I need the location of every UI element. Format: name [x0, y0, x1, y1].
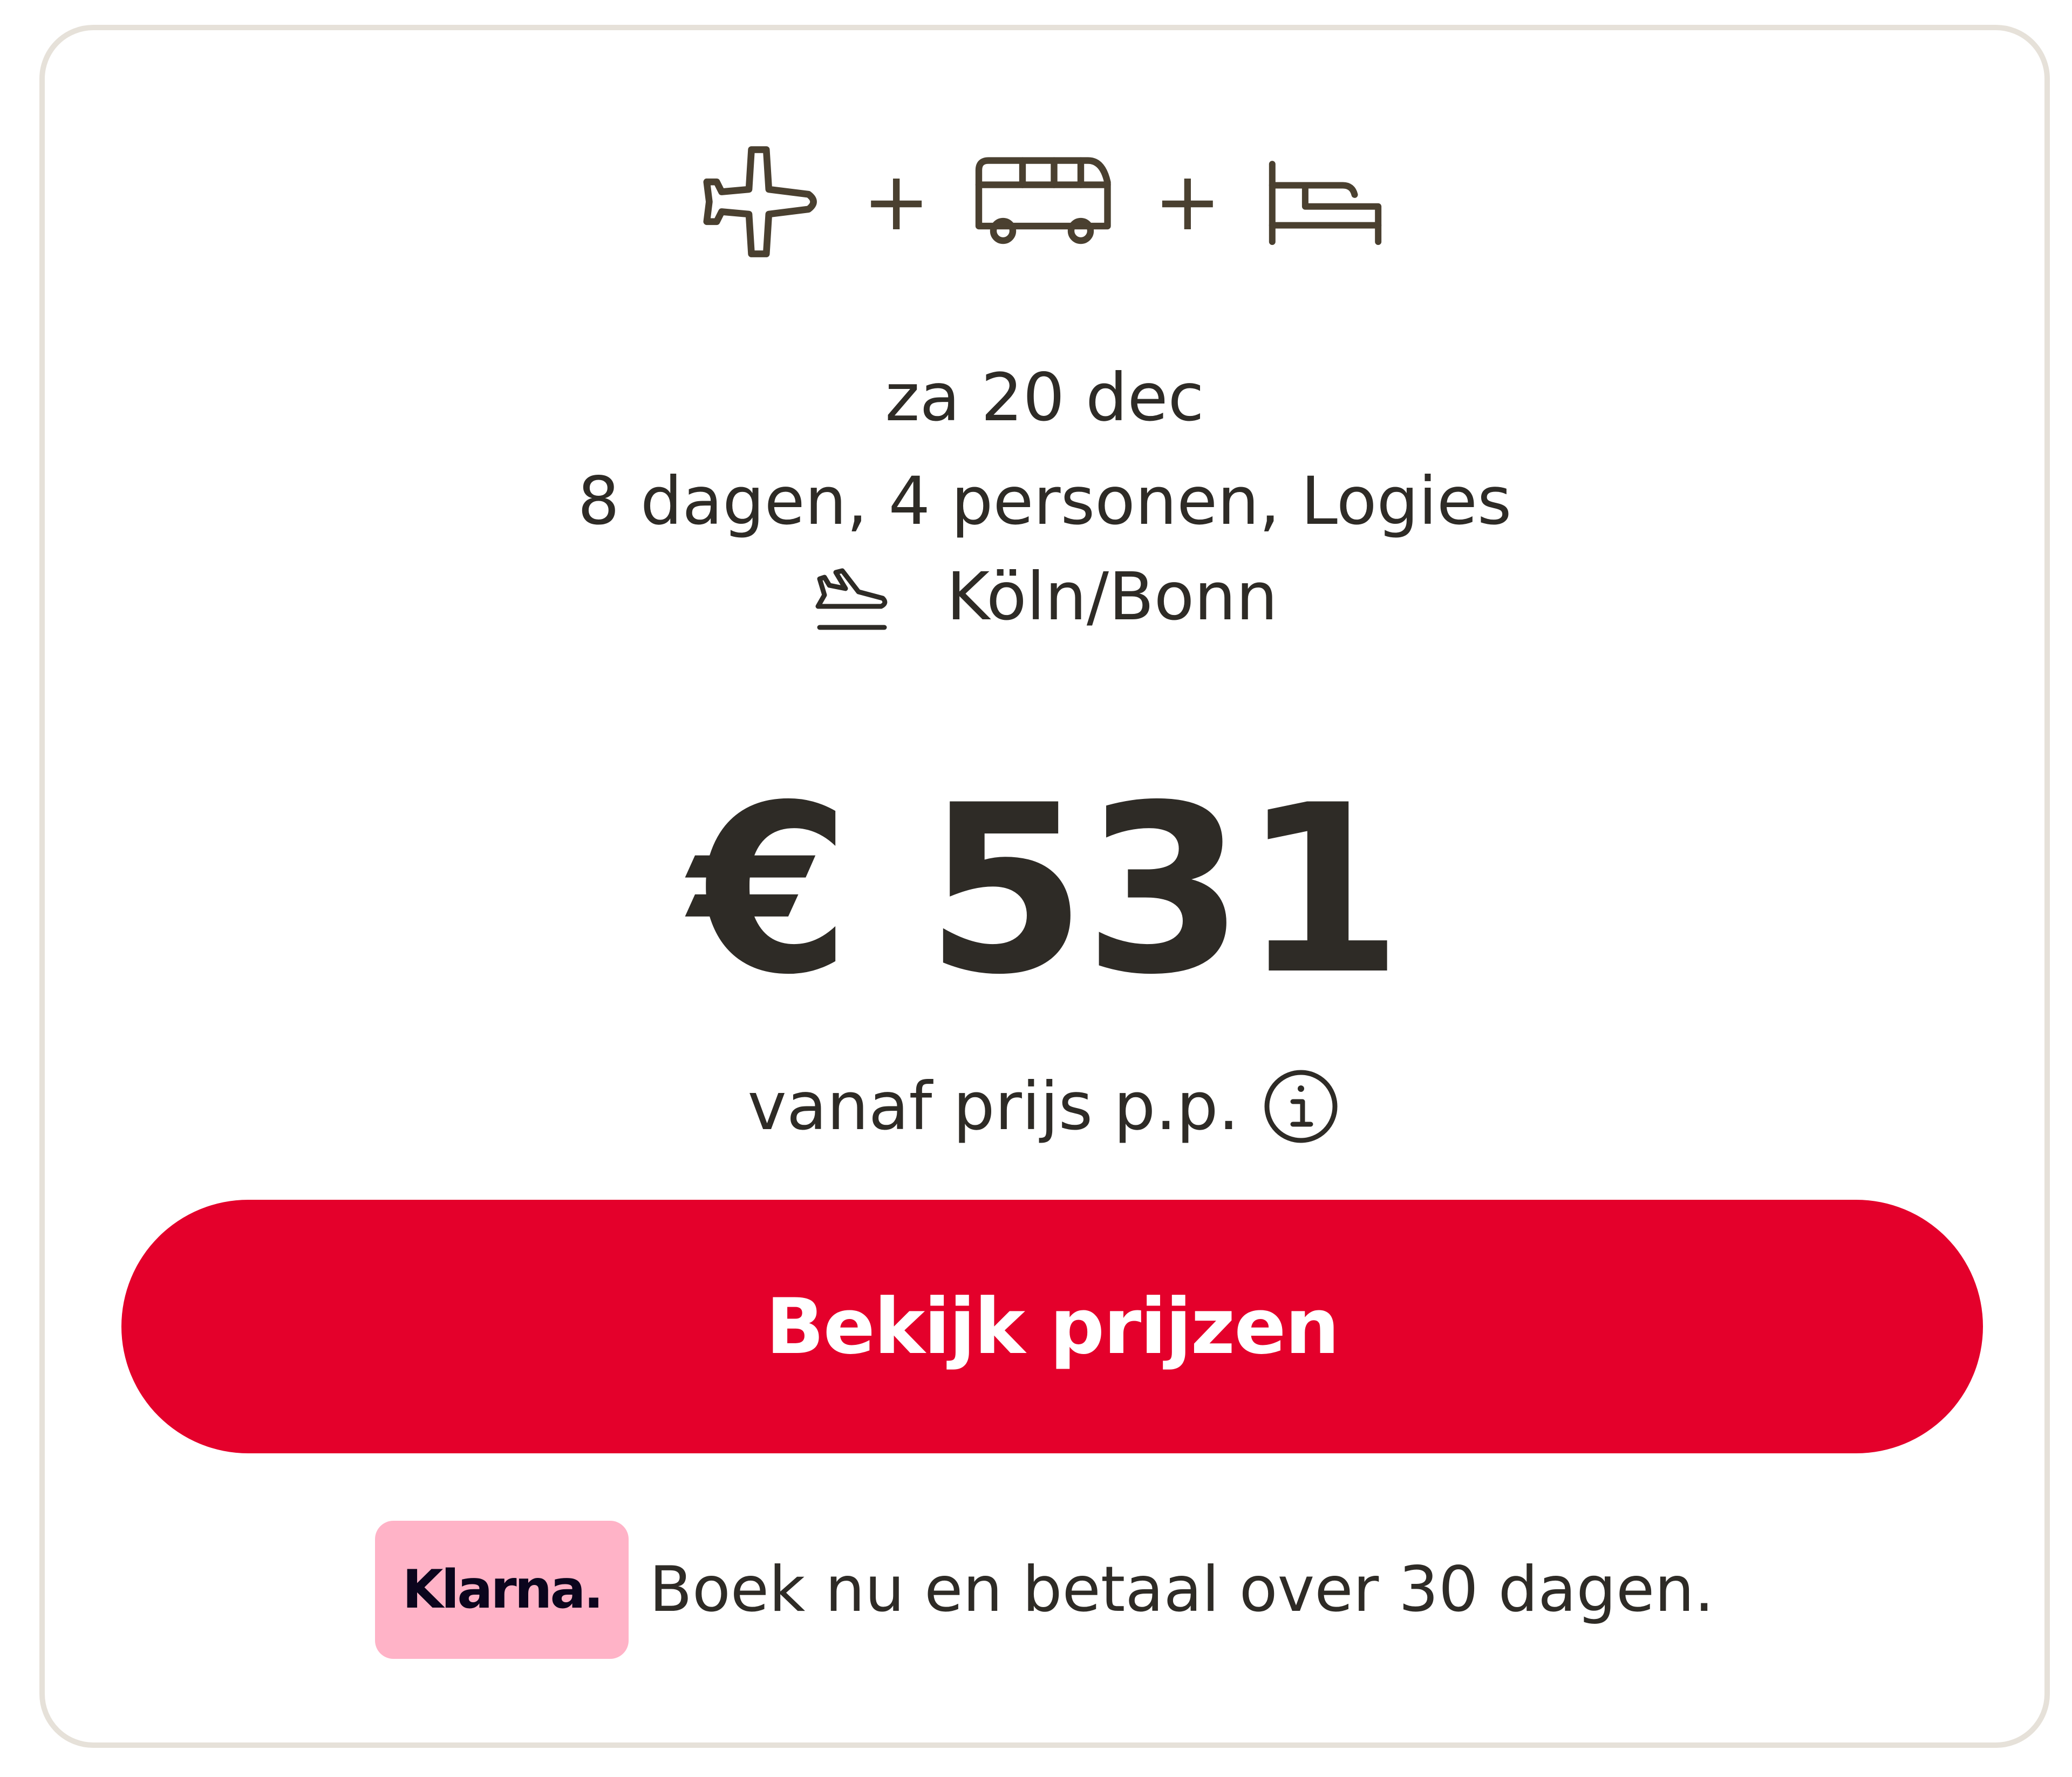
view-prices-button[interactable]: Bekijk prijzen [121, 1200, 1983, 1453]
klarna-logo: Klarna. [375, 1521, 629, 1659]
airplane-icon [703, 146, 817, 257]
plus-separator: + [862, 155, 930, 249]
price-amount: € 531 [689, 756, 1403, 1026]
flight-departure-icon [815, 568, 888, 630]
price-note: vanaf prijs p.p. [45, 1066, 2044, 1147]
info-icon[interactable] [1260, 1066, 1341, 1147]
departure-airport: Köln/Bonn [45, 556, 2044, 637]
bus-icon [975, 157, 1111, 244]
trip-summary: 8 dagen, 4 personen, Logies [577, 463, 1512, 539]
airport-name: Köln/Bonn [946, 558, 1278, 635]
offer-card: + + za 20 dec 8 dagen, 4 personen, Logie… [39, 25, 2050, 1748]
price-label: vanaf prijs p.p. [747, 1068, 1239, 1145]
klarna-promo: Klarna. Boek nu en betaal over 30 dagen. [45, 1521, 2044, 1659]
package-icons: + + [45, 137, 2044, 266]
bed-icon [1269, 161, 1381, 245]
plus-separator: + [1154, 155, 1222, 249]
klarna-message: Boek nu en betaal over 30 dagen. [649, 1553, 1714, 1626]
trip-date: za 20 dec [885, 359, 1204, 436]
